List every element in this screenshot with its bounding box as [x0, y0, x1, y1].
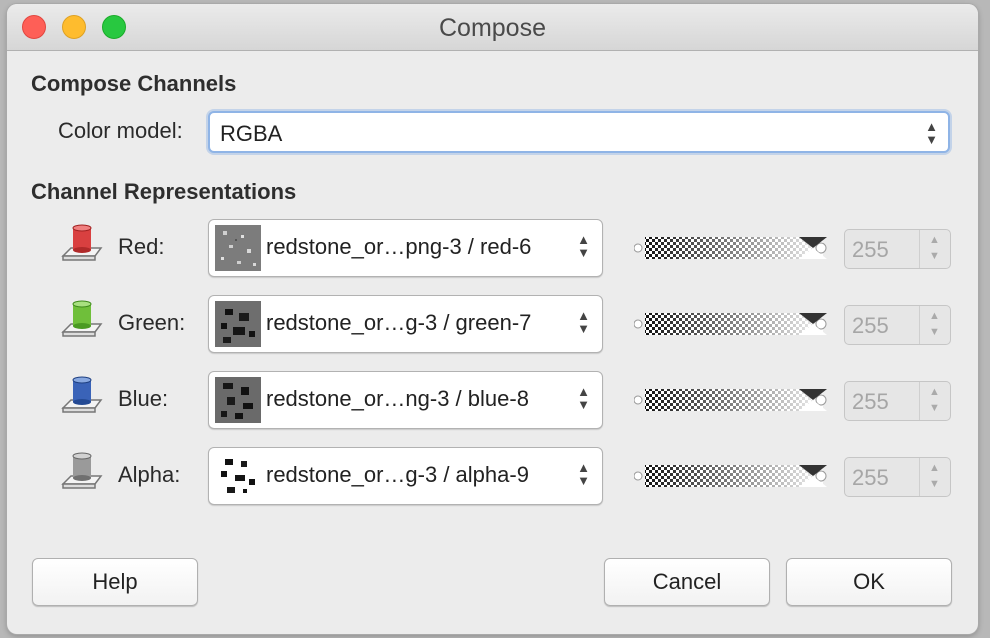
red-channel-icon [61, 224, 103, 261]
spin-buttons[interactable]: ▲ ▼ [919, 382, 950, 420]
compose-channels-heading: Compose Channels [31, 71, 237, 96]
blue-value-spinbox[interactable]: 255 ▲ ▼ [844, 381, 951, 421]
title-bar: Compose [7, 4, 978, 51]
compose-dialog: Compose Compose Channels Color model: RG… [7, 4, 978, 634]
select-arrows-icon: ▲ ▼ [577, 460, 590, 488]
blue-layer-name: redstone_or…ng-3 / blue-8 [266, 386, 529, 411]
red-layer-name: redstone_or…png-3 / red-6 [266, 234, 532, 259]
alpha-range-slider[interactable] [634, 461, 827, 491]
green-value-spinbox[interactable]: 255 ▲ ▼ [844, 305, 951, 345]
select-arrows-icon: ▲ ▼ [577, 308, 590, 336]
green-layer-thumbnail [215, 301, 261, 347]
cancel-button[interactable]: Cancel [604, 558, 770, 606]
blue-range-slider[interactable] [634, 385, 827, 415]
alpha-channel-icon [61, 452, 103, 489]
select-arrows-icon: ▲ ▼ [925, 119, 938, 147]
red-value-spinbox[interactable]: 255 ▲ ▼ [844, 229, 951, 269]
alpha-channel-select[interactable]: redstone_or…g-3 / alpha-9 ▲ ▼ [208, 447, 603, 505]
alpha-value-spinbox[interactable]: 255 ▲ ▼ [844, 457, 951, 497]
green-value: 255 [852, 313, 889, 338]
blue-value: 255 [852, 389, 889, 414]
ok-button[interactable]: OK [786, 558, 952, 606]
green-channel-select[interactable]: redstone_or…g-3 / green-7 ▲ ▼ [208, 295, 603, 353]
green-channel-label: Green: [118, 310, 186, 335]
window-title: Compose [439, 14, 546, 42]
color-model-select[interactable]: RGBA ▲ ▼ [208, 111, 950, 153]
green-layer-name: redstone_or…g-3 / green-7 [266, 310, 532, 335]
alpha-value: 255 [852, 465, 889, 490]
spin-buttons[interactable]: ▲ ▼ [919, 458, 950, 496]
alpha-channel-label: Alpha: [118, 462, 181, 487]
red-value: 255 [852, 237, 889, 262]
select-arrows-icon: ▲ ▼ [577, 384, 590, 412]
blue-layer-thumbnail [215, 377, 261, 423]
alpha-layer-name: redstone_or…g-3 / alpha-9 [266, 462, 529, 487]
red-channel-select[interactable]: redstone_or…png-3 / red-6 ▲ ▼ [208, 219, 603, 277]
red-layer-thumbnail [215, 225, 261, 271]
blue-channel-label: Blue: [118, 386, 169, 411]
select-arrows-icon: ▲ ▼ [577, 232, 590, 260]
color-model-value: RGBA [220, 121, 283, 146]
red-range-slider[interactable] [634, 233, 827, 263]
green-range-slider[interactable] [634, 309, 827, 339]
alpha-layer-thumbnail [215, 453, 261, 499]
channel-representations-heading: Channel Representations [31, 179, 297, 204]
spin-buttons[interactable]: ▲ ▼ [919, 306, 950, 344]
blue-channel-icon [61, 376, 103, 413]
help-button[interactable]: Help [32, 558, 198, 606]
color-model-label: Color model: [58, 118, 183, 143]
red-channel-label: Red: [118, 234, 165, 259]
spin-buttons[interactable]: ▲ ▼ [919, 230, 950, 268]
green-channel-icon [61, 300, 103, 337]
blue-channel-select[interactable]: redstone_or…ng-3 / blue-8 ▲ ▼ [208, 371, 603, 429]
